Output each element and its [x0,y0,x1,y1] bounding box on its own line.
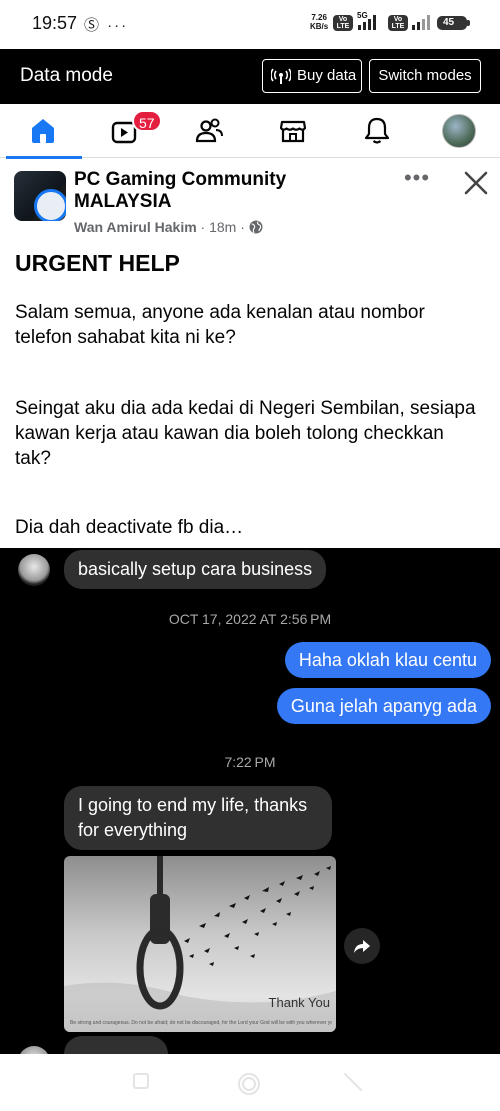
data-mode-bar: Data mode Buy data Switch modes [0,49,500,104]
post-title: URGENT HELP [15,250,180,276]
image-caption: Thank You [268,995,330,1010]
chat-message-incoming-partial [64,1036,168,1054]
buy-data-label: Buy data [297,67,357,84]
author-name[interactable]: Wan Amirul Hakim [74,219,197,235]
share-button[interactable] [344,928,380,964]
group-name[interactable]: PC Gaming Community MALAYSIA [74,169,354,213]
friends-icon [195,118,223,143]
globe-icon [249,220,263,234]
chat-timestamp: OCT 17, 2022 AT 2:56 PM [168,611,332,627]
notification-icons: Ⓢ ··· [84,17,129,34]
system-nav-bar [0,1054,500,1111]
switch-modes-button[interactable]: Switch modes [369,59,481,93]
battery-icon: 45 [437,16,470,30]
meta-separator: · [200,219,206,235]
chat-message-incoming: I going to end my life, thanks for every… [64,786,332,850]
volte-icon-2: Vo LTE [388,15,408,31]
top-nav: 57 [0,104,500,159]
chat-timestamp: 7:22 PM [224,754,276,770]
close-icon[interactable] [462,169,490,197]
antenna-icon [271,68,291,84]
post-paragraph-3: Dia dah deactivate fb dia… [15,517,244,538]
image-verse: Be strong and courageous. Do not be afra… [70,1020,332,1026]
marketplace-icon [279,120,307,143]
chat-image-attachment: Thank You Be strong and courageous. Do n… [64,856,336,1032]
post-header: PC Gaming Community MALAYSIA Wan Amirul … [0,159,500,239]
nav-friends[interactable] [168,104,248,158]
meta-separator-2: · [240,219,245,235]
volte-icon: Vo LTE [333,15,353,31]
share-arrow-icon [354,940,370,953]
video-badge: 57 [132,110,162,132]
chat-message-outgoing: Haha oklah klau centu [284,642,491,678]
post-paragraph-1: Salam semua, anyone ada kenalan atau nom… [15,302,425,348]
status-bar: 19:57 Ⓢ ··· 7.26 KB/s Vo LTE 5G Vo LTE 4… [0,0,500,48]
author-avatar[interactable] [34,189,66,221]
notifications-icon [364,117,390,144]
chat-contact-avatar [18,1046,50,1054]
nav-marketplace[interactable] [252,104,332,158]
post-time[interactable]: 18m [209,219,236,235]
network-speed-unit: KB/s [310,22,329,31]
more-options-button[interactable]: ••• [402,167,432,191]
post-paragraph-2: Seingat aku dia ada kedai di Negeri Semb… [15,398,476,469]
chat-screenshot[interactable]: basically setup cara business OCT 17, 20… [0,548,500,1054]
home-button-icon[interactable] [237,1072,261,1096]
back-icon[interactable] [343,1072,363,1092]
signal-icon-2 [412,15,430,30]
group-avatar[interactable] [14,171,66,221]
network-speed: 7.26 KB/s [310,13,328,31]
chat-message-outgoing: Guna jelah apanyg ada [276,688,491,724]
status-time: 19:57 [32,13,78,33]
network-speed-value: 7.26 [311,13,327,22]
buy-data-button[interactable]: Buy data [262,59,362,93]
nav-home[interactable] [2,104,82,159]
profile-avatar[interactable] [442,114,476,148]
chat-message-incoming: basically setup cara business [64,550,327,589]
post-meta: Wan Amirul Hakim · 18m · [74,219,263,235]
nav-video[interactable]: 57 [84,104,164,158]
home-icon [32,119,54,143]
signal-icon [358,15,376,30]
chat-contact-avatar [18,554,50,586]
data-mode-title: Data mode [20,65,113,86]
nav-notifications[interactable] [336,104,416,158]
recents-icon[interactable] [132,1072,150,1090]
